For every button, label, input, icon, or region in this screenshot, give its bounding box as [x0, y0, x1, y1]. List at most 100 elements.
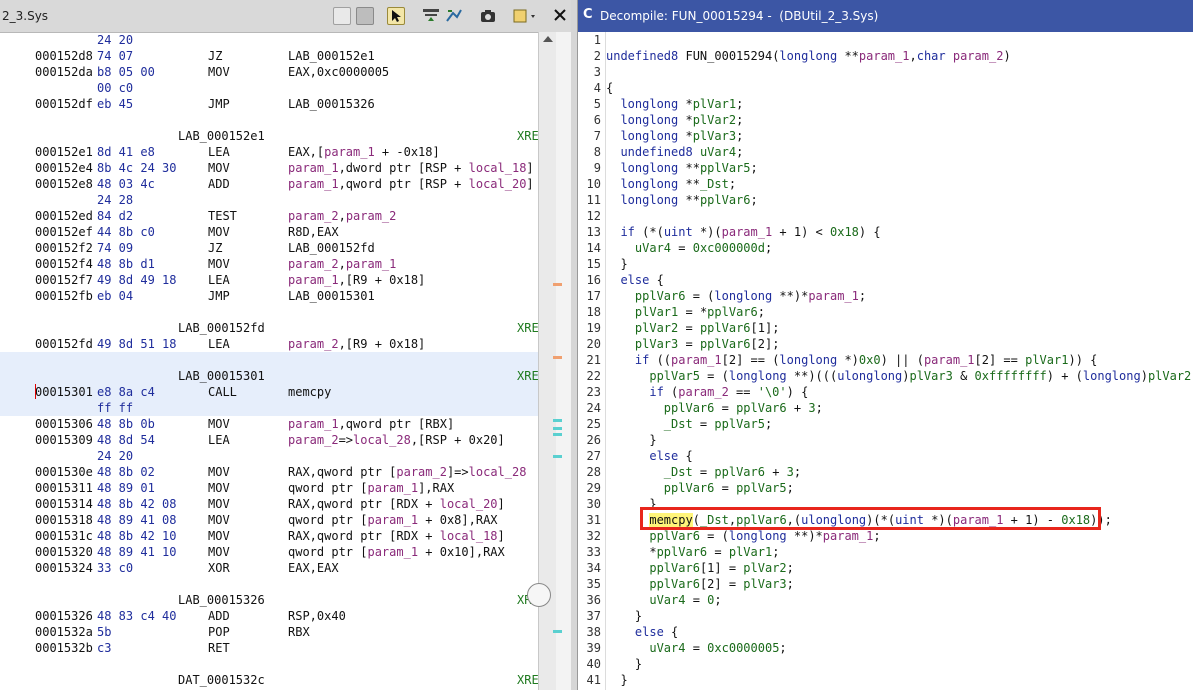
listing-row[interactable]: 000152df eb 45 JMP LAB_00015326: [0, 96, 538, 112]
code-line[interactable]: longlong *plVar1;: [606, 96, 743, 112]
listing-options-icon[interactable]: [422, 7, 440, 25]
paste-icon[interactable]: [356, 7, 374, 25]
listing-row[interactable]: 0001532a 5b POP RBX: [0, 624, 538, 640]
code-line[interactable]: _Dst = pplVar5;: [606, 416, 772, 432]
listing-row[interactable]: 24 20: [0, 32, 538, 48]
code-line[interactable]: pplVar5 = (longlong **)(((ulonglong)plVa…: [606, 368, 1193, 384]
listing-row[interactable]: 000152ed 84 d2 TEST param_2,param_2: [0, 208, 538, 224]
listing-row[interactable]: 24 28: [0, 192, 538, 208]
marker-search[interactable]: [553, 630, 562, 633]
code-line[interactable]: if (param_2 == '\0') {: [606, 384, 808, 400]
listing-row[interactable]: 00015306 48 8b 0b MOV param_1,qword ptr [RB…: [0, 416, 538, 432]
code-line[interactable]: pplVar6 = pplVar5;: [606, 480, 794, 496]
listing-label-row[interactable]: LAB_00015301 XRE: [0, 368, 538, 384]
listing-label-row[interactable]: LAB_000152e1 XRE: [0, 128, 538, 144]
listing-row[interactable]: [0, 656, 538, 672]
code-line[interactable]: *pplVar6 = plVar1;: [606, 544, 779, 560]
code-line[interactable]: uVar4 = 0;: [606, 592, 721, 608]
listing-row[interactable]: 00015320 48 89 41 10 MOV qword ptr [param_1…: [0, 544, 538, 560]
listing-row[interactable]: 000152fd 49 8d 51 18 LEA param_2,[R9 + 0x18…: [0, 336, 538, 352]
listing-label-row[interactable]: LAB_00015326XRE: [0, 592, 538, 608]
cursor-select-icon[interactable]: [387, 7, 405, 25]
decompiled-code[interactable]: undefined8 FUN_00015294(longlong **param…: [606, 32, 1193, 690]
code-line[interactable]: undefined8 FUN_00015294(longlong **param…: [606, 48, 1011, 64]
listing-row[interactable]: 00015311 48 89 01 MOV qword ptr [param_1],R…: [0, 480, 538, 496]
listing-row[interactable]: 0001530e 48 8b 02 MOV RAX,qword ptr [param_…: [0, 464, 538, 480]
code-line[interactable]: longlong **pplVar6;: [606, 192, 757, 208]
overview-toggle[interactable]: [527, 583, 551, 607]
listing-row[interactable]: [0, 112, 538, 128]
code-line[interactable]: pplVar6[1] = plVar2;: [606, 560, 794, 576]
copy-icon[interactable]: [333, 7, 351, 25]
code-line[interactable]: longlong **_Dst;: [606, 176, 736, 192]
code-line[interactable]: }: [606, 256, 627, 272]
listing-row[interactable]: 00015326 48 83 c4 40 ADD RSP,0x40: [0, 608, 538, 624]
code-line[interactable]: plVar2 = pplVar6[1];: [606, 320, 780, 336]
code-line[interactable]: longlong *plVar3;: [606, 128, 743, 144]
code-line[interactable]: _Dst = pplVar6 + 3;: [606, 464, 801, 480]
code-line[interactable]: uVar4 = 0xc000000d;: [606, 240, 772, 256]
listing-view[interactable]: 24 20 000152d8 74 07 JZ LAB_000152e1 000152da…: [0, 32, 538, 690]
code-line[interactable]: else {: [606, 448, 692, 464]
marker-search[interactable]: [553, 419, 562, 422]
listing-row[interactable]: 000152ef 44 8b c0 MOV R8D,EAX: [0, 224, 538, 240]
code-line[interactable]: else {: [606, 624, 678, 640]
listing-row[interactable]: ff ff: [0, 400, 538, 416]
operand-token: RAX,qword ptr [RDX +: [288, 497, 440, 511]
code-line[interactable]: if (*(uint *)(param_1 + 1) < 0x18) {: [606, 224, 880, 240]
code-line[interactable]: longlong **pplVar5;: [606, 160, 757, 176]
listing-row[interactable]: 000152fb eb 04 JMP LAB_00015301: [0, 288, 538, 304]
snapshot-icon[interactable]: [479, 7, 497, 25]
listing-row[interactable]: 00015314 48 8b 42 08 MOV RAX,qword ptr [RDX…: [0, 496, 538, 512]
listing-row[interactable]: 0001531c 48 8b 42 10 MOV RAX,qword ptr [RDX…: [0, 528, 538, 544]
diff-view-icon[interactable]: [445, 7, 463, 25]
code-line[interactable]: else {: [606, 272, 663, 288]
listing-row[interactable]: 00015309 48 8d 54 LEA param_2=>local_28,[RS…: [0, 432, 538, 448]
listing-label-row[interactable]: DAT_0001532c XRE: [0, 672, 538, 688]
scroll-up-arrow-icon[interactable]: [543, 36, 553, 42]
listing-row[interactable]: 00 c0: [0, 80, 538, 96]
code-line[interactable]: }: [606, 672, 627, 688]
code-line[interactable]: }: [606, 432, 656, 448]
listing-row[interactable]: [0, 576, 538, 592]
layout-menu-icon[interactable]: [513, 7, 535, 25]
listing-row[interactable]: 000152da b8 05 00 MOV EAX,0xc0000005: [0, 64, 538, 80]
listing-row[interactable]: 0001532b c3 RET: [0, 640, 538, 656]
close-icon[interactable]: [552, 7, 570, 25]
listing-row[interactable]: 24 20: [0, 448, 538, 464]
listing-label-row[interactable]: LAB_000152fd XRE: [0, 320, 538, 336]
marker-search[interactable]: [553, 455, 562, 458]
instruction-bytes: 48 8b 42 08: [97, 497, 177, 511]
address: 00015320: [35, 545, 93, 559]
marker-change[interactable]: [553, 283, 562, 286]
listing-row[interactable]: 000152d8 74 07 JZ LAB_000152e1: [0, 48, 538, 64]
listing-row[interactable]: 00015301 e8 8a c4 CALL memcpy: [0, 384, 538, 400]
code-line[interactable]: pplVar6 = (longlong **)*param_1;: [606, 528, 880, 544]
code-line[interactable]: uVar4 = 0xc0000005;: [606, 640, 786, 656]
listing-row[interactable]: 000152e4 8b 4c 24 30 MOV param_1,dword ptr …: [0, 160, 538, 176]
listing-row[interactable]: 000152e8 48 03 4c ADD param_1,qword ptr [RS…: [0, 176, 538, 192]
xref-link: XRE: [517, 321, 538, 335]
code-line[interactable]: }: [606, 608, 642, 624]
code-line[interactable]: plVar1 = *pplVar6;: [606, 304, 765, 320]
listing-row[interactable]: 00015318 48 89 41 08 MOV qword ptr [param_1…: [0, 512, 538, 528]
code-line[interactable]: }: [606, 656, 642, 672]
marker-search[interactable]: [553, 427, 562, 430]
marker-search[interactable]: [553, 433, 562, 436]
listing-row[interactable]: 00015324 33 c0 XOR EAX,EAX: [0, 560, 538, 576]
code-line[interactable]: {: [606, 80, 613, 96]
code-line[interactable]: longlong *plVar2;: [606, 112, 743, 128]
code-line[interactable]: pplVar6 = pplVar6 + 3;: [606, 400, 823, 416]
code-line[interactable]: plVar3 = pplVar6[2];: [606, 336, 780, 352]
listing-row[interactable]: 000152f7 49 8d 49 18 LEA param_1,[R9 + 0x18…: [0, 272, 538, 288]
marker-change[interactable]: [553, 356, 562, 359]
code-line[interactable]: pplVar6[2] = plVar3;: [606, 576, 794, 592]
code-line[interactable]: if ((param_1[2] == (longlong *)0x0) || (…: [606, 352, 1097, 368]
code-line[interactable]: undefined8 uVar4;: [606, 144, 743, 160]
listing-row[interactable]: 000152f2 74 09 JZ LAB_000152fd: [0, 240, 538, 256]
listing-row[interactable]: [0, 304, 538, 320]
listing-row[interactable]: 000152f4 48 8b d1 MOV param_2,param_1: [0, 256, 538, 272]
listing-row[interactable]: 000152e1 8d 41 e8 LEA EAX,[param_1 + -0x18]: [0, 144, 538, 160]
code-line[interactable]: pplVar6 = (longlong **)*param_1;: [606, 288, 866, 304]
listing-row[interactable]: [0, 352, 538, 368]
